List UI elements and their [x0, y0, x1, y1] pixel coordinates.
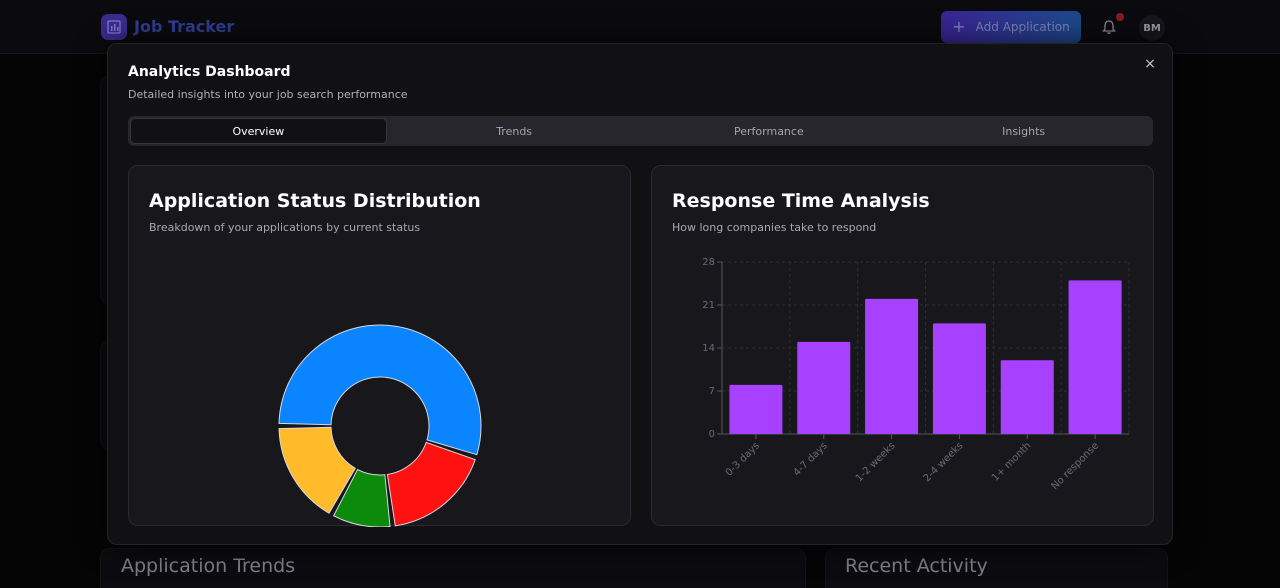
y-tick-label: 7 [709, 386, 715, 397]
x-tick-label: 0-3 days [724, 440, 762, 478]
application-trends-title: Application Trends [121, 555, 296, 577]
bar[interactable] [1000, 360, 1054, 434]
x-tick-label: 1+ month [990, 440, 1033, 483]
notification-dot [1116, 13, 1124, 21]
close-icon[interactable]: × [1142, 56, 1158, 72]
add-application-label: Add Application [975, 20, 1070, 34]
analytics-dialog: Analytics Dashboard Detailed insights in… [107, 43, 1173, 545]
bar[interactable] [932, 323, 986, 434]
bell-icon[interactable] [1100, 18, 1118, 36]
status-distribution-card: Application Status Distribution Breakdow… [128, 165, 631, 527]
tab-trends[interactable]: Trends [387, 118, 642, 144]
x-tick-label: No response [1049, 440, 1101, 492]
tab-overview[interactable]: Overview [130, 118, 387, 144]
tab-insights[interactable]: Insights [896, 118, 1151, 144]
tab-performance[interactable]: Performance [642, 118, 897, 144]
x-tick-label: 1-2 weeks [854, 440, 898, 484]
dialog-description: Detailed insights into your job search p… [128, 88, 408, 101]
recent-activity-title: Recent Activity [845, 555, 988, 577]
donut-slice[interactable] [386, 441, 476, 527]
bar[interactable] [797, 341, 851, 434]
y-tick-label: 21 [702, 300, 715, 311]
bar[interactable] [1068, 280, 1122, 434]
dialog-title: Analytics Dashboard [128, 64, 291, 80]
x-tick-label: 4-7 days [792, 440, 830, 478]
y-tick-label: 28 [702, 257, 715, 268]
add-application-button[interactable]: + Add Application [941, 11, 1081, 43]
y-tick-label: 0 [709, 429, 715, 440]
app-title: Job Tracker [134, 17, 235, 36]
response-time-card: Response Time Analysis How long companie… [651, 165, 1154, 526]
status-donut-chart [278, 324, 482, 527]
x-tick-label: 2-4 weeks [922, 440, 966, 484]
bar[interactable] [729, 384, 783, 434]
y-tick-label: 14 [702, 343, 715, 354]
bar[interactable] [865, 298, 919, 434]
chart-logo-icon [101, 14, 127, 40]
plus-icon: + [952, 17, 966, 36]
tab-list: Overview Trends Performance Insights [128, 116, 1153, 146]
avatar[interactable]: BM [1139, 15, 1165, 41]
response-time-bar-chart: 0 7 14 21 28 0-3 days 4-7 days 1-2 weeks 2-4 wee… [702, 257, 1130, 492]
